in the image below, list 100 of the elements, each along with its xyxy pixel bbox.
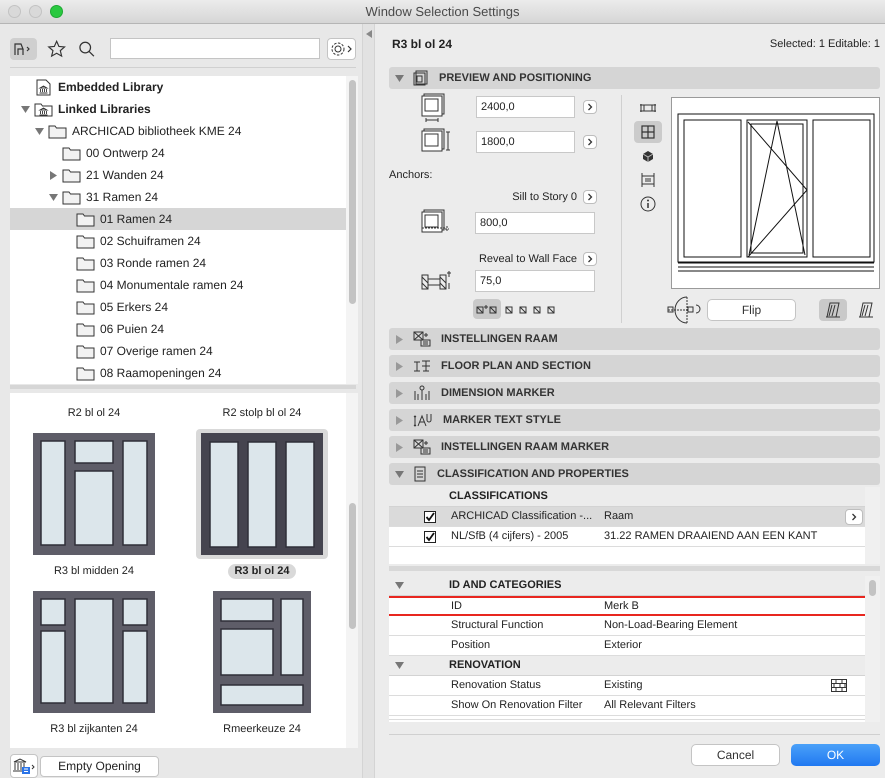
view-button[interactable]: [634, 121, 662, 143]
section-header[interactable]: CLASSIFICATION AND PROPERTIES: [389, 463, 880, 485]
expand-triangle-icon: [395, 416, 404, 424]
tree-item[interactable]: 01 Ramen 24: [10, 208, 346, 230]
scrollbar-thumb[interactable]: [348, 503, 356, 629]
property-group-header[interactable]: RENOVATION: [389, 656, 865, 676]
expand-triangle-icon: [395, 442, 404, 452]
collapse-arrow-icon[interactable]: [366, 30, 372, 38]
text-style-icon: [413, 412, 433, 428]
collapse-triangle-icon: [395, 661, 404, 670]
collapse-triangle-icon: [395, 581, 404, 590]
chevron-right-icon: [587, 193, 593, 202]
chevron-right-icon: [587, 138, 593, 146]
property-row[interactable]: ID Merk B: [389, 596, 867, 616]
tree-item[interactable]: Linked Libraries: [10, 98, 346, 120]
tree-item[interactable]: 05 Erkers 24: [10, 296, 346, 318]
empty-opening-button[interactable]: Empty Opening: [40, 756, 159, 776]
flip-button[interactable]: Flip: [707, 299, 796, 321]
section-title: DIMENSION MARKER: [441, 386, 555, 401]
section-header[interactable]: MARKER TEXT STYLE: [389, 409, 880, 431]
section-header[interactable]: INSTELLINGEN RAAM: [389, 328, 880, 350]
table-cell-text: Non-Load-Bearing Element: [604, 618, 738, 634]
collapse-triangle-icon[interactable]: [48, 192, 58, 202]
section-header[interactable]: PREVIEW AND POSITIONING: [389, 67, 880, 89]
section-header[interactable]: INSTELLINGEN RAAM MARKER: [389, 436, 880, 458]
property-row[interactable]: Structural Function Non-Load-Bearing Element: [389, 616, 865, 636]
height-field[interactable]: 1800,0: [476, 131, 575, 153]
thumbnail-label[interactable]: R2 stolp bl ol 24: [216, 406, 308, 421]
thumbnail-label[interactable]: Rmeerkeuze 24: [217, 722, 307, 737]
mirror-button[interactable]: [819, 299, 847, 321]
folder-icon: [76, 321, 95, 337]
scrollbar-thumb[interactable]: [348, 80, 356, 304]
section-title: FLOOR PLAN AND SECTION: [441, 358, 591, 374]
section-header[interactable]: FLOOR PLAN AND SECTION: [389, 355, 880, 377]
search-field[interactable]: [110, 38, 320, 59]
property-row[interactable]: Show On Renovation Filter All Relevant Filters: [389, 696, 865, 716]
tree-item[interactable]: 31 Ramen 24: [10, 186, 346, 208]
section-header[interactable]: DIMENSION MARKER: [389, 382, 880, 404]
gear-icon: [330, 40, 354, 56]
tree-item[interactable]: 02 Schuiframen 24: [10, 230, 346, 252]
checkbox[interactable]: [424, 530, 436, 542]
chevron-right-icon: [587, 103, 593, 111]
tree-item[interactable]: 08 Raamopeningen 24: [10, 362, 346, 384]
thumbnail-label[interactable]: R3 bl midden 24: [48, 564, 140, 579]
arrow-button[interactable]: [583, 135, 597, 149]
property-group-header[interactable]: ID AND CATEGORIES: [389, 576, 865, 596]
window-title: Window Selection Settings: [366, 2, 520, 21]
section-title: PREVIEW AND POSITIONING: [439, 70, 592, 86]
tree-item[interactable]: 00 Ontwerp 24: [10, 142, 346, 164]
tree-item[interactable]: 04 Monumentale ramen 24: [10, 274, 346, 296]
settings-list-icon: [413, 439, 431, 455]
object-type-button[interactable]: [10, 38, 37, 60]
scrollbar-thumb[interactable]: [869, 580, 876, 596]
cancel-button[interactable]: Cancel: [691, 744, 780, 766]
folder-icon: [76, 299, 95, 315]
document-list-icon: [413, 466, 427, 482]
table-cell-text: ARCHICAD Classification -...: [451, 509, 594, 524]
tree-item[interactable]: 06 Puien 24: [10, 318, 346, 340]
table-cell-text: All Relevant Filters: [604, 698, 696, 714]
arrow-button[interactable]: [583, 190, 597, 204]
table-cell-text: NL/SfB (4 cijfers) - 2005: [451, 529, 570, 544]
star-icon[interactable]: [46, 38, 66, 58]
library-manager-button[interactable]: [10, 754, 38, 778]
checkbox[interactable]: [424, 510, 436, 522]
thumbnail-label[interactable]: R2 bl ol 24: [62, 406, 126, 421]
folder-icon: [62, 167, 81, 183]
arrow-button[interactable]: [845, 508, 863, 524]
thumbnail-label[interactable]: R3 bl zijkanten 24: [44, 722, 144, 737]
section-title: MARKER TEXT STYLE: [443, 412, 561, 428]
property-row[interactable]: Renovation Status Existing: [389, 676, 865, 696]
collapse-triangle-icon[interactable]: [34, 126, 44, 136]
reveal-field[interactable]: 75,0: [475, 270, 595, 292]
section-title: CLASSIFICATION AND PROPERTIES: [437, 466, 629, 482]
sill-field[interactable]: 800,0: [475, 212, 595, 234]
tree-item[interactable]: Embedded Library: [10, 76, 346, 98]
tree-item[interactable]: 03 Ronde ramen 24: [10, 252, 346, 274]
table-cell-text: Existing: [604, 678, 643, 694]
classification-row[interactable]: ARCHICAD Classification -... Raam: [389, 507, 865, 527]
expand-triangle-icon: [395, 334, 404, 344]
arrow-button[interactable]: [583, 100, 597, 114]
group-title: ID AND CATEGORIES: [449, 578, 562, 594]
tree-item[interactable]: 21 Wanden 24: [10, 164, 346, 186]
folder-icon: [48, 123, 67, 139]
grid-icon: [641, 125, 655, 139]
collapse-triangle-icon[interactable]: [20, 104, 30, 114]
collapse-triangle-icon: [395, 470, 404, 478]
expand-triangle-icon[interactable]: [48, 170, 58, 180]
width-field[interactable]: 2400,0: [476, 96, 575, 118]
anchor-button[interactable]: [473, 299, 501, 319]
chevron-right-icon: [851, 512, 857, 520]
arrow-button[interactable]: [583, 252, 597, 266]
library-icon: [34, 78, 53, 96]
search-icon[interactable]: [78, 40, 96, 58]
settings-button[interactable]: [327, 38, 356, 60]
tree-item[interactable]: 07 Overige ramen 24: [10, 340, 346, 362]
folder-icon: [76, 343, 95, 359]
thumbnail-label[interactable]: R3 bl ol 24: [228, 564, 296, 579]
section-view-icon: [640, 172, 656, 188]
tree-item[interactable]: ARCHICAD bibliotheek KME 24: [10, 120, 346, 142]
table-cell-text: Raam: [604, 509, 634, 524]
